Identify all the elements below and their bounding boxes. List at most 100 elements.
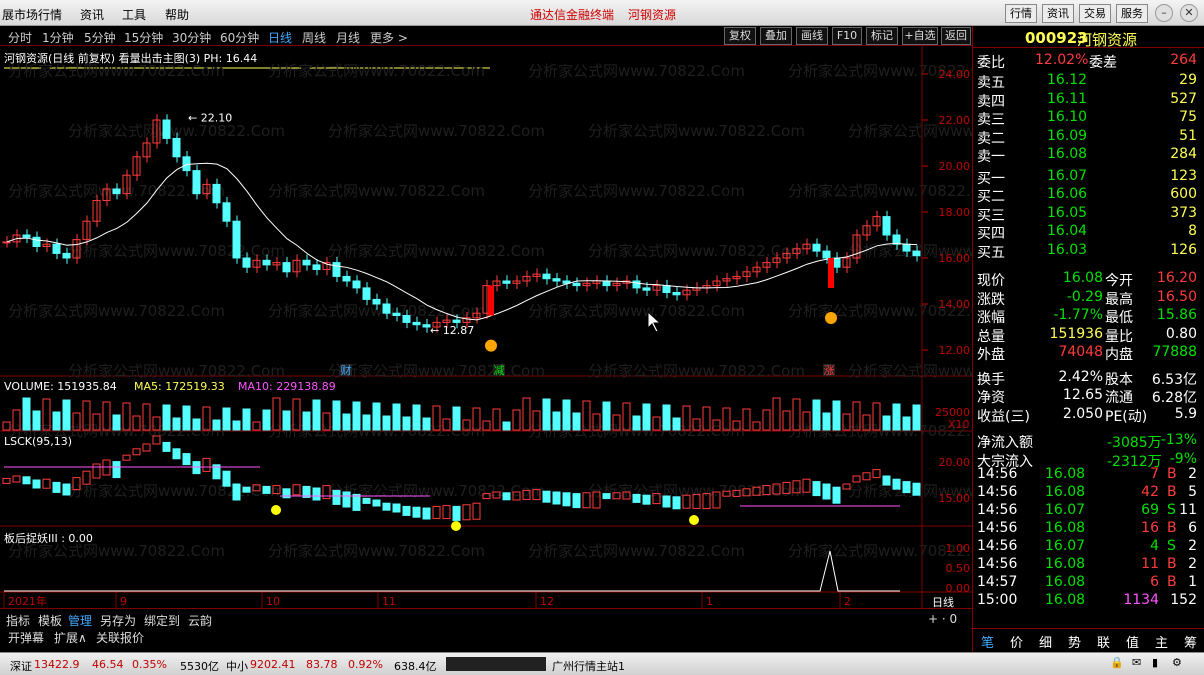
menu-news[interactable]: 资讯 <box>80 6 104 23</box>
tab-indicator[interactable]: 指标 <box>6 612 30 629</box>
menu-help[interactable]: 帮助 <box>165 6 189 23</box>
tab-bind[interactable]: 绑定到 <box>144 612 180 629</box>
tick-price: 16.08 <box>1045 466 1086 482</box>
app-name: 展市场行情 <box>2 8 63 22</box>
tick-volume: 11 <box>1141 556 1159 572</box>
stat-label: 今开 <box>1105 273 1133 289</box>
volume-bar <box>412 404 421 431</box>
trade-button[interactable]: 交易 <box>1079 4 1111 23</box>
panel-tab-2[interactable]: 细 <box>1039 632 1052 651</box>
tab-weekly[interactable]: 周线 <box>302 29 326 46</box>
panel-tab-0[interactable]: 笔 <box>981 632 994 651</box>
lsck-bar <box>262 485 271 494</box>
volume-bar <box>62 399 71 431</box>
lock-icon[interactable]: 🔒 <box>1110 656 1124 669</box>
lsck-bar <box>372 499 381 507</box>
zx-pct: 0.92% <box>348 658 383 671</box>
panel-tab-4[interactable]: 联 <box>1097 632 1110 651</box>
watermark: 分析家公式网www.70822.Com <box>788 182 972 200</box>
tab-cloud[interactable]: 云韵 <box>188 612 212 629</box>
tab-monthly[interactable]: 月线 <box>336 29 360 46</box>
tab-5min[interactable]: 5分钟 <box>84 29 116 46</box>
date-label: 1 <box>706 595 713 608</box>
level-label: 买二 <box>977 189 1005 205</box>
candle-body <box>502 280 511 284</box>
level-label: 买三 <box>977 207 1005 224</box>
level-price: 16.07 <box>1047 167 1088 184</box>
related-quote-button[interactable]: 关联报价 <box>96 629 144 646</box>
level-price: 16.09 <box>1047 127 1088 144</box>
add-watchlist-button[interactable]: +自选 <box>902 27 938 45</box>
date-label: 9 <box>120 595 127 608</box>
panel-tab-5[interactable]: 值 <box>1126 632 1139 651</box>
stat-value: 2.42% <box>1058 368 1103 385</box>
danmaku-button[interactable]: 开弹幕 <box>8 629 44 646</box>
event-marker: 涨 <box>824 364 835 377</box>
draw-button[interactable]: 画线 <box>796 27 828 45</box>
candle-body <box>32 236 41 248</box>
message-icon[interactable]: ✉ <box>1132 656 1141 669</box>
f10-button[interactable]: F10 <box>832 27 862 45</box>
panel-tab-3[interactable]: 势 <box>1068 632 1081 651</box>
stock-name: 河钢资源 <box>1077 31 1138 49</box>
tick-time: 14:56 <box>977 520 1018 536</box>
volume-bar <box>512 409 521 431</box>
tab-30min[interactable]: 30分钟 <box>172 29 211 46</box>
overlay-button[interactable]: 叠加 <box>760 27 792 45</box>
tab-1min[interactable]: 1分钟 <box>42 29 74 46</box>
tab-60min[interactable]: 60分钟 <box>220 29 259 46</box>
candle-body <box>542 273 551 280</box>
tab-15min[interactable]: 15分钟 <box>124 29 163 46</box>
settings-icon[interactable]: ⚙ <box>1172 656 1182 669</box>
volume-bar <box>642 403 651 431</box>
lsck-bar <box>22 476 31 485</box>
minimize-icon[interactable]: – <box>1155 4 1173 22</box>
kline-chart-area[interactable]: 分析家公式网www.70822.Com 分析家公式网www.70822.Com 分析… <box>0 46 972 609</box>
tab-manage[interactable]: 管理 <box>68 612 92 629</box>
close-icon[interactable]: ✕ <box>1180 4 1198 22</box>
stat-value: 6.28亿 <box>1151 390 1197 406</box>
tab-template[interactable]: 模板 <box>38 612 62 629</box>
tab-daily[interactable]: 日线 <box>268 29 292 46</box>
news-button[interactable]: 资讯 <box>1042 4 1074 23</box>
sell-level-1: 卖一 16.08 284 <box>977 146 1201 165</box>
tab-more[interactable]: 更多 > <box>370 29 408 46</box>
watermark: 分析家公式网www.70822.Com <box>588 242 805 260</box>
tick-time: 14:57 <box>977 574 1018 590</box>
tick-count: 2 <box>1188 466 1197 482</box>
panel-tab-7[interactable]: 筹 <box>1184 632 1197 651</box>
tick-side: B <box>1167 520 1177 536</box>
stat-value: 16.08 <box>1062 270 1103 286</box>
date-label: 2021年 <box>8 594 47 608</box>
mark-button[interactable]: 标记 <box>866 27 898 45</box>
zoom-controls[interactable]: + · 0 <box>928 612 957 626</box>
volume-bar <box>212 419 221 431</box>
stat-label: PE(动) <box>1105 408 1148 425</box>
panel-tab-1[interactable]: 价 <box>1010 632 1023 651</box>
menu-tools[interactable]: 工具 <box>122 6 146 23</box>
tab-intraday[interactable]: 分时 <box>8 29 32 46</box>
lsck-bar <box>892 478 901 490</box>
candle-body <box>2 241 11 244</box>
tab-saveas[interactable]: 另存为 <box>100 612 136 629</box>
service-button[interactable]: 服务 <box>1116 4 1148 23</box>
quote-button[interactable]: 行情 <box>1005 4 1037 23</box>
date-label: 12 <box>540 595 554 608</box>
volume-bar <box>222 407 231 431</box>
lsck-dot-icon <box>451 521 461 531</box>
candle-body <box>402 315 411 323</box>
back-button[interactable]: 返回 <box>941 27 971 45</box>
adjust-button[interactable]: 复权 <box>724 27 756 45</box>
volume-bar <box>882 415 891 431</box>
level-volume: 123 <box>1170 167 1197 184</box>
buy-level-3: 买三 16.05 373 <box>977 205 1201 224</box>
price-axis-label: 20.00 <box>939 160 971 173</box>
flow-value: -3085万 <box>1107 435 1162 451</box>
window-title-stock: 河钢资源 <box>628 8 677 22</box>
expand-button[interactable]: 扩展∧ <box>54 629 87 646</box>
lsck-bar <box>362 497 371 504</box>
volume-bar <box>822 412 831 431</box>
panel-tab-6[interactable]: 主 <box>1155 632 1168 651</box>
tick-price: 16.07 <box>1045 538 1086 554</box>
volume-bar <box>282 410 291 431</box>
